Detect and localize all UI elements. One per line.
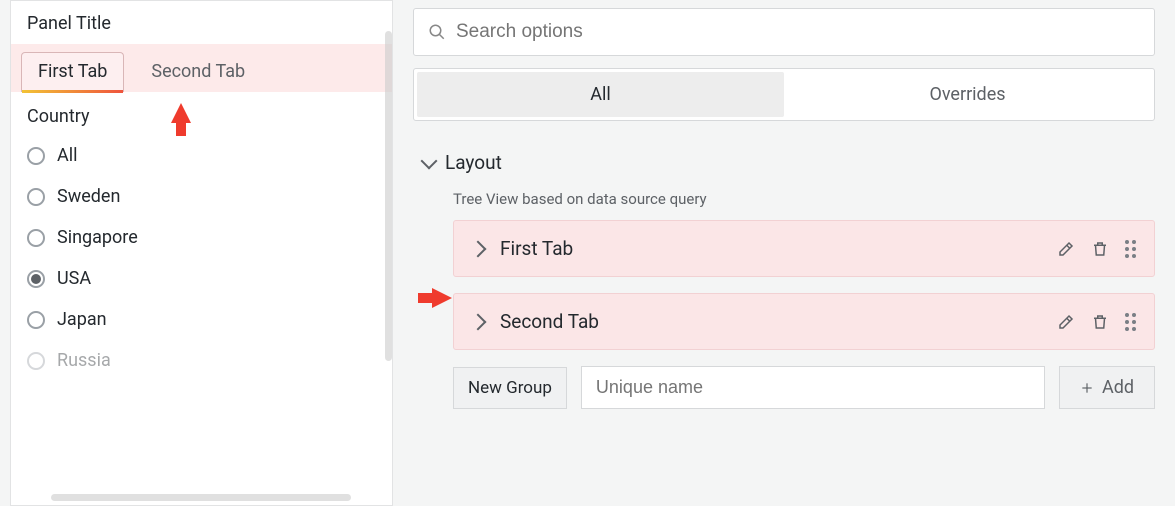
radio-option-all[interactable]: All (27, 135, 376, 176)
scrollbar-horizontal[interactable] (51, 494, 351, 501)
tree-actions (1057, 313, 1136, 331)
tab-label: Second Tab (151, 61, 245, 82)
toggle-overrides[interactable]: Overrides (784, 72, 1151, 117)
toggle-group: All Overrides (413, 68, 1155, 121)
section-title-label: Layout (445, 151, 502, 174)
tab-second[interactable]: Second Tab (134, 52, 262, 92)
edit-icon[interactable] (1057, 240, 1075, 258)
layout-description: Tree View based on data source query (413, 190, 1155, 208)
radio-option-russia[interactable]: Russia (27, 340, 376, 381)
drag-handle-icon[interactable] (1125, 313, 1136, 331)
radio-icon (27, 147, 45, 165)
radio-label: Sweden (57, 186, 120, 207)
chevron-down-icon (421, 152, 438, 169)
search-input[interactable] (456, 21, 1140, 43)
radio-label: USA (57, 268, 91, 289)
toggle-label: Overrides (929, 84, 1005, 105)
radio-option-japan[interactable]: Japan (27, 299, 376, 340)
annotation-arrow-up-icon (171, 103, 191, 123)
radio-label: Singapore (57, 227, 138, 248)
tree-item-first-tab[interactable]: First Tab (453, 220, 1155, 277)
new-group-input[interactable] (581, 366, 1045, 409)
tree-item-label: Second Tab (500, 310, 1041, 333)
trash-icon[interactable] (1091, 313, 1109, 331)
chevron-right-icon (470, 240, 487, 257)
new-group-label: New Group (453, 367, 567, 409)
radio-icon (27, 311, 45, 329)
radio-label: All (57, 145, 78, 166)
new-group-row: New Group Add (413, 366, 1155, 409)
add-button[interactable]: Add (1059, 366, 1155, 409)
tree-actions (1057, 240, 1136, 258)
tree-item-label: First Tab (500, 237, 1041, 260)
section-country: Country (11, 92, 392, 135)
edit-icon[interactable] (1057, 313, 1075, 331)
radio-icon (27, 229, 45, 247)
radio-icon (27, 352, 45, 370)
tab-bar: First Tab Second Tab (11, 44, 392, 92)
options-panel: All Overrides Layout Tree View based on … (413, 0, 1175, 506)
tab-label: First Tab (38, 61, 107, 82)
search-box[interactable] (413, 8, 1155, 56)
panel-title: Panel Title (11, 1, 392, 44)
radio-label: Japan (57, 309, 107, 330)
radio-icon (27, 188, 45, 206)
add-button-label: Add (1102, 377, 1134, 398)
radio-option-sweden[interactable]: Sweden (27, 176, 376, 217)
toggle-label: All (590, 84, 611, 105)
radio-option-usa[interactable]: USA (27, 258, 376, 299)
tree-area: First Tab Second Tab (413, 220, 1155, 350)
scrollbar-vertical[interactable] (385, 31, 392, 361)
plus-icon (1080, 381, 1094, 395)
radio-icon (27, 270, 45, 288)
radio-list: All Sweden Singapore USA Japan Russia (11, 135, 392, 381)
preview-panel: Panel Title First Tab Second Tab Country… (10, 0, 393, 506)
search-icon (428, 23, 446, 41)
toggle-all[interactable]: All (417, 72, 784, 117)
drag-handle-icon[interactable] (1125, 240, 1136, 258)
trash-icon[interactable] (1091, 240, 1109, 258)
tree-item-second-tab[interactable]: Second Tab (453, 293, 1155, 350)
layout-section-header[interactable]: Layout (413, 151, 1155, 174)
radio-option-singapore[interactable]: Singapore (27, 217, 376, 258)
chevron-right-icon (470, 313, 487, 330)
tab-first[interactable]: First Tab (21, 52, 124, 92)
radio-label: Russia (57, 350, 111, 371)
